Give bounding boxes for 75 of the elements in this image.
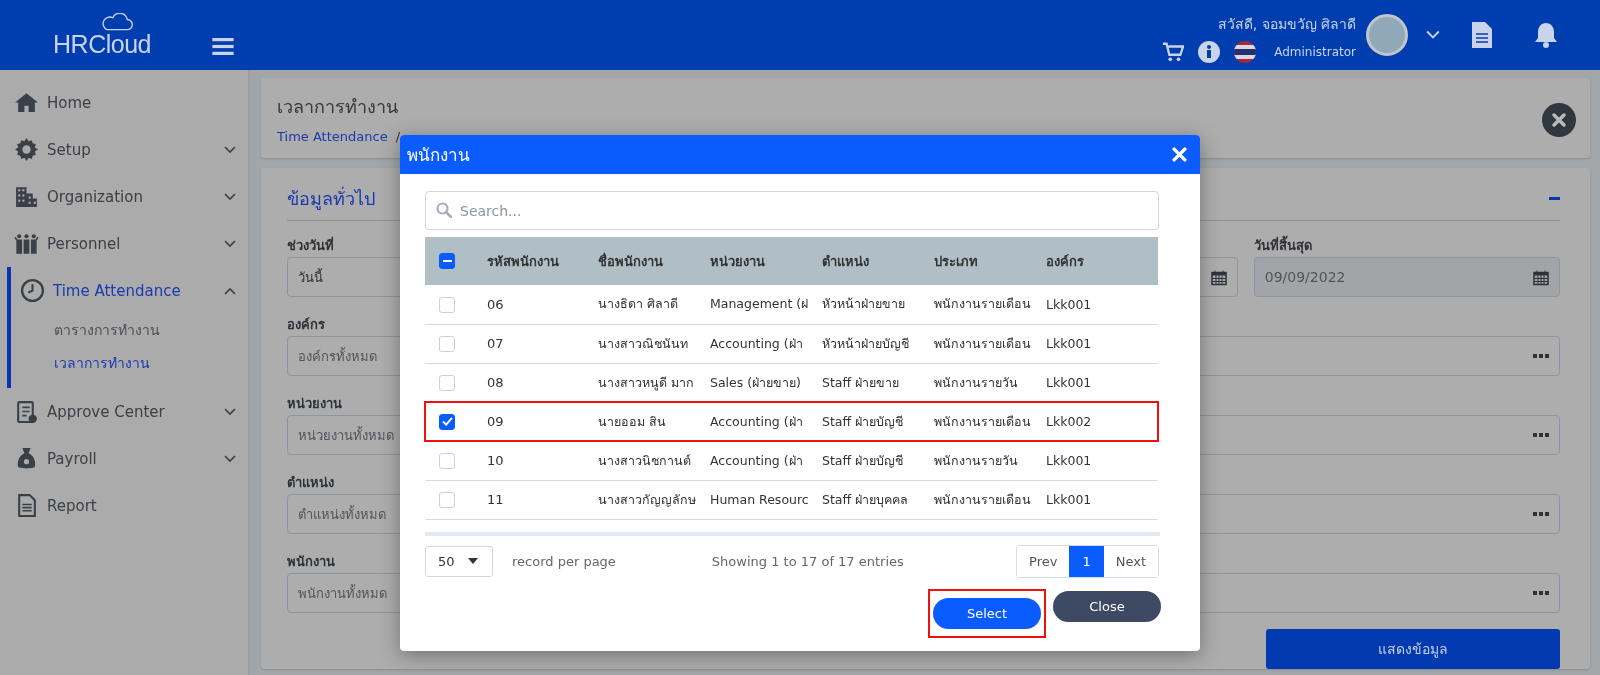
column-header: หน่วยงาน [710,237,822,285]
sidebar-item[interactable]: Organization [0,173,248,220]
field-label: พนักงาน [287,553,335,571]
table-cell: Staff ฝ่ายบัญชี [822,441,934,480]
field-label: องค์กร [287,316,325,334]
page-button[interactable]: 1 [1069,545,1104,577]
table-cell: Lkk001 [1046,363,1158,402]
dialog-title: พนักงาน [407,144,470,167]
sidebar-item[interactable]: Report [0,482,248,529]
role-text: Administrator [1274,45,1356,59]
table-cell: นายออม สิน [598,402,710,441]
table-cell: พนักงานรายเดือน [934,480,1046,519]
show-data-button[interactable]: แสดงข้อมูล [1266,629,1560,669]
table-cell: Lkk001 [1046,285,1158,324]
table-cell: Accounting (ฝ่า [710,402,822,441]
field-label: หน่วยงาน [287,395,342,413]
column-header: องค์กร [1046,237,1158,285]
table-cell: Sales (ฝ่ายขาย) [710,363,822,402]
table-cell: หัวหน้าฝ่ายขาย [822,285,934,324]
field-label: ตำแหน่ง [287,474,334,492]
table-cell: Management (ฝ [710,285,822,324]
table-cell: Human Resourc [710,480,822,519]
table-cell: 07 [487,324,598,363]
table-cell: พนักงานรายเดือน [934,324,1046,363]
table-cell: 11 [487,480,598,519]
table-cell: Lkk001 [1046,480,1158,519]
table-cell: Staff ฝ่ายบัญชี [822,402,934,441]
table-cell: Lkk001 [1046,324,1158,363]
sidebar-item[interactable]: Setup [0,126,248,173]
select-button[interactable]: Select [933,597,1041,629]
breadcrumb-link[interactable]: Time Attendance [277,129,388,144]
page-title: เวลาการทำงาน [277,95,399,119]
submenu-item[interactable]: เวลาการทำงาน [0,347,248,380]
entries-summary: Showing 1 to 17 of 17 entries [711,553,905,569]
table-cell: นางสาวณิชนันท [598,324,710,363]
table-cell: 06 [487,285,598,324]
column-header: รหัสพนักงาน [487,237,598,285]
table-cell: พนักงานรายเดือน [934,402,1046,441]
sidebar-item[interactable]: Time Attendance [0,267,248,314]
table-cell: พนักงานรายเดือน [934,285,1046,324]
breadcrumb-separator: / [395,129,401,144]
table-cell: นางสาวนิชกานต์ [598,441,710,480]
table-cell: นางธิดา ศิลาดี [598,285,710,324]
column-header: ชื่อพนักงาน [598,237,710,285]
table-cell: นางสาวกัญญลักษ [598,480,710,519]
sidebar-item[interactable]: Approve Center [0,388,248,435]
table-cell: Lkk001 [1046,441,1158,480]
column-header: ประเภท [934,237,1046,285]
end-date-field: 09/09/2022 [1253,257,1560,297]
sidebar-item[interactable]: Home [0,79,248,126]
search-field[interactable]: Search... [425,191,1159,230]
table-cell: พนักงานรายวัน [934,441,1046,480]
page-size-select[interactable]: 50 [425,545,493,577]
table-cell: 10 [487,441,598,480]
section-title: ข้อมูลทั่วไป [287,185,375,212]
sidebar-item[interactable]: Personnel [0,220,248,267]
sidebar-item[interactable]: Payroll [0,435,248,482]
table-cell: Lkk002 [1046,402,1158,441]
table-cell: Accounting (ฝ่า [710,324,822,363]
table-cell: นางสาวหนูดี มาก [598,363,710,402]
table-cell: Staff ฝ่ายบุคคล [822,480,934,519]
table-cell: 09 [487,402,598,441]
greeting-text: สวัสดี, จอมขวัญ ศิลาดี [1217,15,1356,34]
table-cell: พนักงานรายวัน [934,363,1046,402]
table-cell: 08 [487,363,598,402]
page-size-label: record per page [512,553,616,569]
field-label: วันที่สิ้นสุด [1253,235,1312,255]
table-cell: Accounting (ฝ่า [710,441,822,480]
close-button[interactable]: Close [1053,590,1161,622]
logo-text: HRCloud [53,31,151,57]
table-cell: Staff ฝ่ายขาย [822,363,934,402]
column-header: ตำแหน่ง [822,237,934,285]
table-cell: หัวหน้าฝ่ายบัญชี [822,324,934,363]
field-label: ช่วงวันที่ [287,235,334,255]
submenu-item[interactable]: ตารางการทำงาน [0,314,248,347]
